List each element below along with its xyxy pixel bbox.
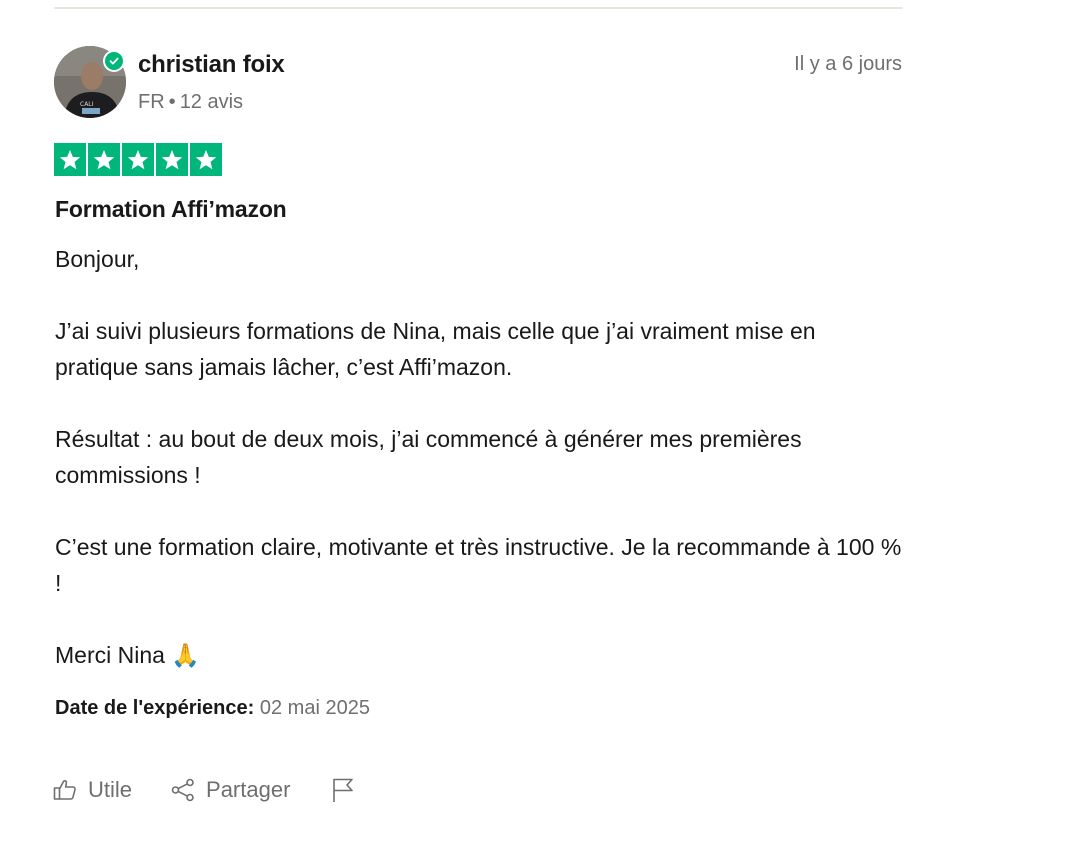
report-button[interactable] [330,777,366,803]
review-paragraph: C’est une formation claire, motivante et… [55,534,902,596]
star-icon [156,143,188,176]
star-icon [54,143,86,176]
share-label: Partager [206,777,291,802]
author-review-count: 12 avis [179,91,244,113]
experience-date-value: 02 mai 2025 [259,697,370,719]
star-rating [54,143,222,176]
review-actions: Utile Partager [52,772,366,808]
share-button[interactable]: Partager [170,777,290,803]
star-icon [190,143,222,176]
review-body: Bonjour, J’ai suivi plusieurs formations … [55,241,905,673]
useful-button[interactable]: Utile [52,777,132,803]
flag-icon [330,777,356,803]
author-country: FR [138,91,165,113]
review-paragraph: J’ai suivi plusieurs formations de Nina,… [55,318,816,380]
verified-badge [103,50,125,72]
thumbs-up-icon [52,777,78,803]
review-paragraph: Bonjour, [55,246,140,272]
review-age: Il y a 6 jours [794,53,902,75]
experience-date: Date de l'expérience: 02 mai 2025 [55,697,370,720]
experience-date-label: Date de l'expérience: [55,697,255,719]
useful-label: Utile [88,777,133,802]
review-title[interactable]: Formation Affi’mazon [55,196,287,223]
avatar-container[interactable]: CALI [54,46,126,118]
top-divider [54,7,902,9]
review-header: CALI christian foix FR • 12 avis Il y a 6 … [54,46,902,118]
review-paragraph: Résultat : au bout de deux mois, j’ai co… [55,426,802,488]
verified-check-icon [105,52,123,70]
svg-text:CALI: CALI [80,101,94,108]
share-icon [170,777,196,803]
meta-separator: • [168,91,176,113]
star-icon [88,143,120,176]
star-icon [122,143,154,176]
author-name[interactable]: christian foix [138,51,285,79]
author-meta: FR • 12 avis [138,91,243,114]
review-paragraph: Merci Nina 🙏 [55,642,200,668]
